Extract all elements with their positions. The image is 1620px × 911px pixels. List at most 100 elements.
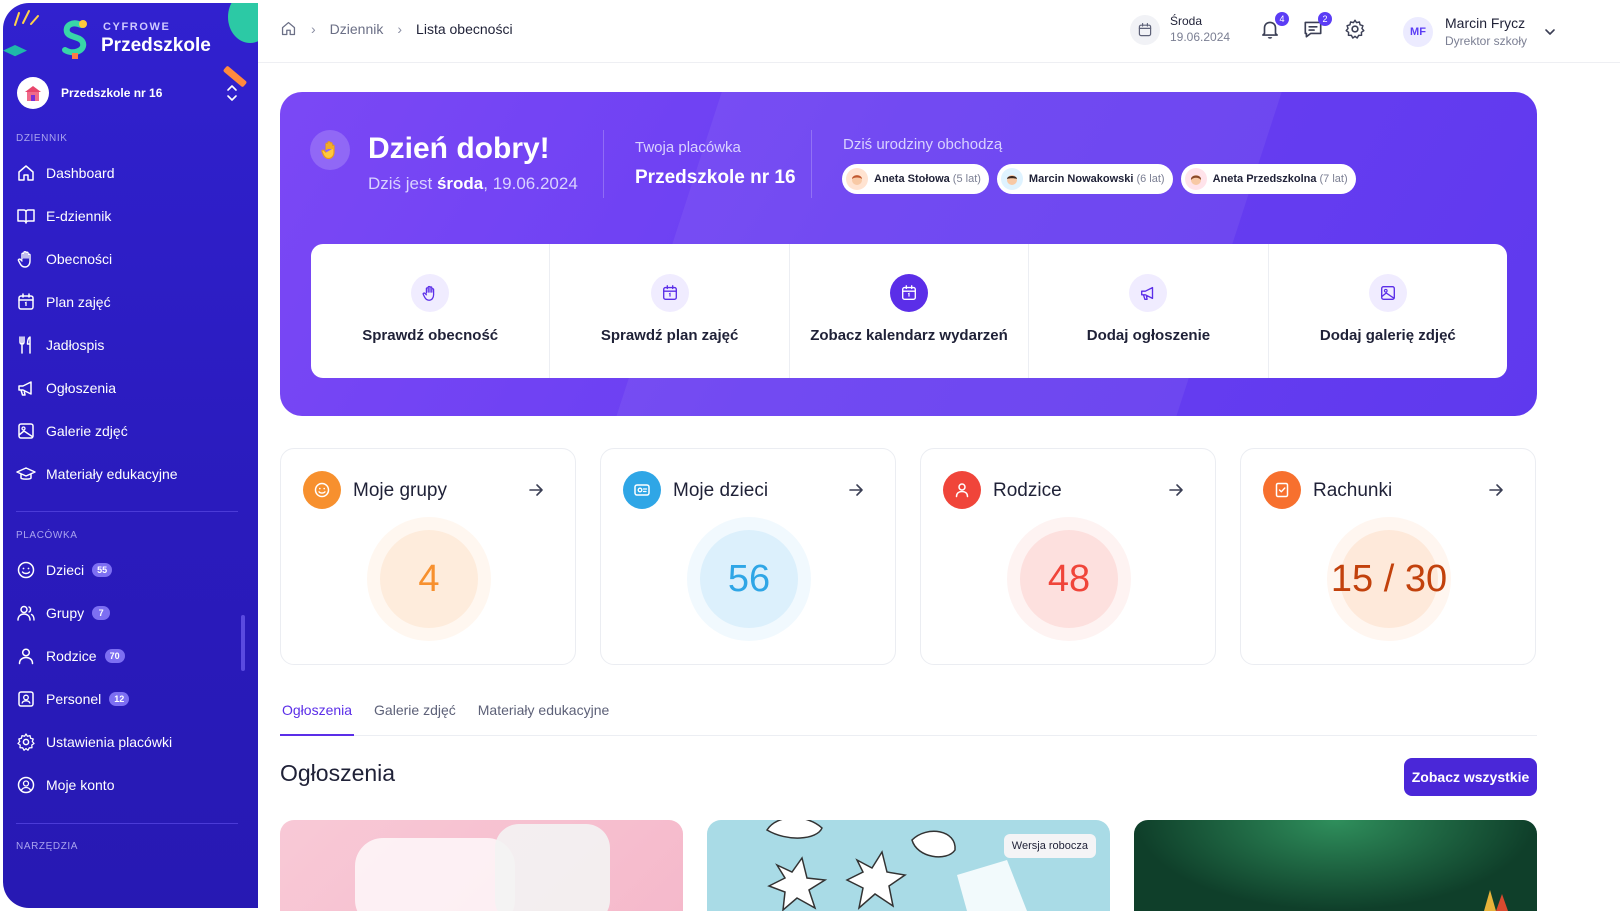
arrow-right-icon[interactable] [1167, 481, 1185, 499]
tab-announcements[interactable]: Ogłoszenia [280, 700, 355, 736]
stat-ring: 15 / 30 [1327, 517, 1451, 641]
breadcrumb-item[interactable]: Dziennik [330, 21, 384, 37]
sidebar-item-ustawienia-placowki[interactable]: Ustawienia placówki [16, 728, 246, 756]
stat-card-children[interactable]: Moje dzieci 56 [600, 448, 896, 665]
action-label: Dodaj ogłoszenie [1086, 327, 1211, 344]
action-events-calendar[interactable]: Zobacz kalendarz wydarzeń [790, 244, 1030, 378]
sidebar-item-materialy-edukacyjne[interactable]: Materiały edukacyjne [16, 460, 246, 488]
action-check-attendance[interactable]: Sprawdź obecność [311, 244, 551, 378]
announcement-image [1484, 890, 1508, 911]
section-label-narzedzia: NARZĘDZIA [16, 841, 79, 852]
arrow-right-icon[interactable] [847, 481, 865, 499]
image-icon [1368, 274, 1407, 312]
section-label-dziennik: DZIENNIK [16, 133, 68, 144]
stat-card-bills[interactable]: Rachunki 15 / 30 [1240, 448, 1536, 665]
arrow-right-icon[interactable] [1487, 481, 1505, 499]
sidebar-item-galerie-zdjec[interactable]: Galerie zdjęć [16, 417, 246, 445]
stat-card-parents[interactable]: Rodzice 48 [920, 448, 1216, 665]
waving-hand-icon [310, 130, 350, 170]
birthday-age: (7 lat) [1319, 173, 1348, 185]
chevron-right-icon: › [397, 20, 403, 37]
school-avatar [17, 77, 49, 109]
action-label: Dodaj galerię zdjęć [1319, 327, 1456, 344]
calendar-icon [650, 274, 689, 312]
birthday-chip[interactable]: Aneta Stołowa (5 lat) [842, 164, 989, 194]
tab-galleries[interactable]: Galerie zdjęć [372, 700, 458, 735]
today-day: środa [436, 174, 484, 193]
sidebar-item-jadlospis[interactable]: Jadłospis [16, 331, 246, 359]
school-building-icon [25, 86, 41, 101]
calendar-icon [890, 274, 929, 312]
sidebar-item-dzieci[interactable]: Dzieci 55 [16, 556, 246, 584]
stat-value: 56 [700, 530, 798, 628]
sidebar-item-label: Galerie zdjęć [46, 423, 128, 439]
sidebar-item-obecnosci[interactable]: Obecności [16, 245, 246, 273]
stat-value: 48 [1020, 530, 1118, 628]
brand-line1: CYFROWE [103, 21, 171, 33]
sidebar-item-label: Personel [46, 691, 102, 707]
sidebar-item-personel[interactable]: Personel 12 [16, 685, 246, 713]
calendar-icon [18, 293, 34, 310]
messages-count: 2 [1318, 12, 1332, 26]
smile-icon [17, 561, 35, 579]
today-text: Dziś jest środa, 19.06.2024 [368, 174, 578, 194]
child-avatar-icon [1184, 168, 1207, 190]
see-all-button[interactable]: Zobacz wszystkie [1404, 758, 1537, 796]
stat-ring: 56 [687, 517, 811, 641]
book-icon [17, 209, 35, 224]
action-check-schedule[interactable]: Sprawdź plan zajęć [550, 244, 790, 378]
sidebar-item-ogloszenia[interactable]: Ogłoszenia [16, 374, 246, 402]
school-switcher[interactable]: Przedszkole nr 16 [17, 75, 247, 111]
sidebar-item-dashboard[interactable]: Dashboard [16, 159, 246, 187]
sidebar-scrollbar[interactable] [241, 615, 245, 671]
notifications-button[interactable]: 4 [1259, 12, 1289, 42]
sidebar-item-grupy[interactable]: Grupy 7 [16, 599, 246, 627]
banner-divider [603, 130, 604, 198]
sidebar-item-plan-zajec[interactable]: Plan zajęć [16, 288, 246, 316]
birthday-age: (5 lat) [952, 173, 981, 185]
graduation-icon [16, 467, 36, 480]
sidebar-item-label: Obecności [46, 251, 113, 267]
sidebar-item-label: Materiały edukacyjne [46, 466, 178, 482]
gear-icon [1345, 19, 1365, 39]
birthday-chip[interactable]: Marcin Nowakowski (6 lat) [996, 164, 1173, 194]
megaphone-icon [18, 381, 32, 396]
logo-mark-icon [62, 20, 87, 59]
hand-icon [17, 251, 31, 268]
sidebar-item-moje-konto[interactable]: Moje konto [16, 771, 246, 799]
sidebar-item-label: Grupy [46, 605, 85, 621]
welcome-banner: Dzień dobry! Dziś jest środa, 19.06.2024… [280, 92, 1537, 416]
announcement-card[interactable] [1134, 820, 1537, 911]
quick-actions: Sprawdź obecność Sprawdź plan zajęć Zoba… [311, 244, 1507, 378]
action-label: Zobacz kalendarz wydarzeń [810, 327, 1008, 344]
sidebar-item-rodzice[interactable]: Rodzice 70 [16, 642, 246, 670]
calendar-icon [1130, 14, 1160, 45]
action-label: Sprawdź plan zajęć [600, 327, 739, 344]
draft-badge: Wersja robocza [1003, 834, 1096, 858]
settings-button[interactable] [1344, 18, 1368, 42]
arrow-right-icon[interactable] [527, 481, 545, 499]
action-add-gallery[interactable]: Dodaj galerię zdjęć [1269, 244, 1507, 378]
content-tabs: Ogłoszenia Galerie zdjęć Materiały eduka… [280, 700, 1537, 736]
card-title: Moje dzieci [673, 480, 769, 501]
user-menu[interactable]: MF Marcin Frycz Dyrektor szkoły [1403, 14, 1557, 49]
place-label: Twoja placówka [635, 139, 741, 156]
messages-button[interactable]: 2 [1302, 12, 1332, 42]
birthday-chip[interactable]: Aneta Przedszkolna (7 lat) [1180, 164, 1356, 194]
tab-educational-materials[interactable]: Materiały edukacyjne [476, 700, 612, 735]
receipt-icon [1263, 471, 1301, 509]
announcement-card[interactable]: Wersja robocza [707, 820, 1110, 911]
sidebar-divider [16, 511, 238, 512]
stat-ring: 4 [367, 517, 491, 641]
brand-logo[interactable]: CYFROWE Przedszkole [55, 13, 235, 63]
sidebar-item-label: Plan zajęć [46, 294, 111, 310]
action-add-announcement[interactable]: Dodaj ogłoszenie [1029, 244, 1269, 378]
sidebar-item-e-dziennik[interactable]: E-dziennik [16, 202, 246, 230]
count-badge: 70 [104, 649, 125, 663]
stat-card-groups[interactable]: Moje grupy 4 [280, 448, 576, 665]
announcement-card[interactable] [280, 820, 683, 911]
home-icon[interactable] [280, 20, 297, 37]
sidebar-divider [16, 823, 238, 824]
cap-decoration [3, 45, 27, 57]
child-avatar-icon [1000, 168, 1023, 190]
